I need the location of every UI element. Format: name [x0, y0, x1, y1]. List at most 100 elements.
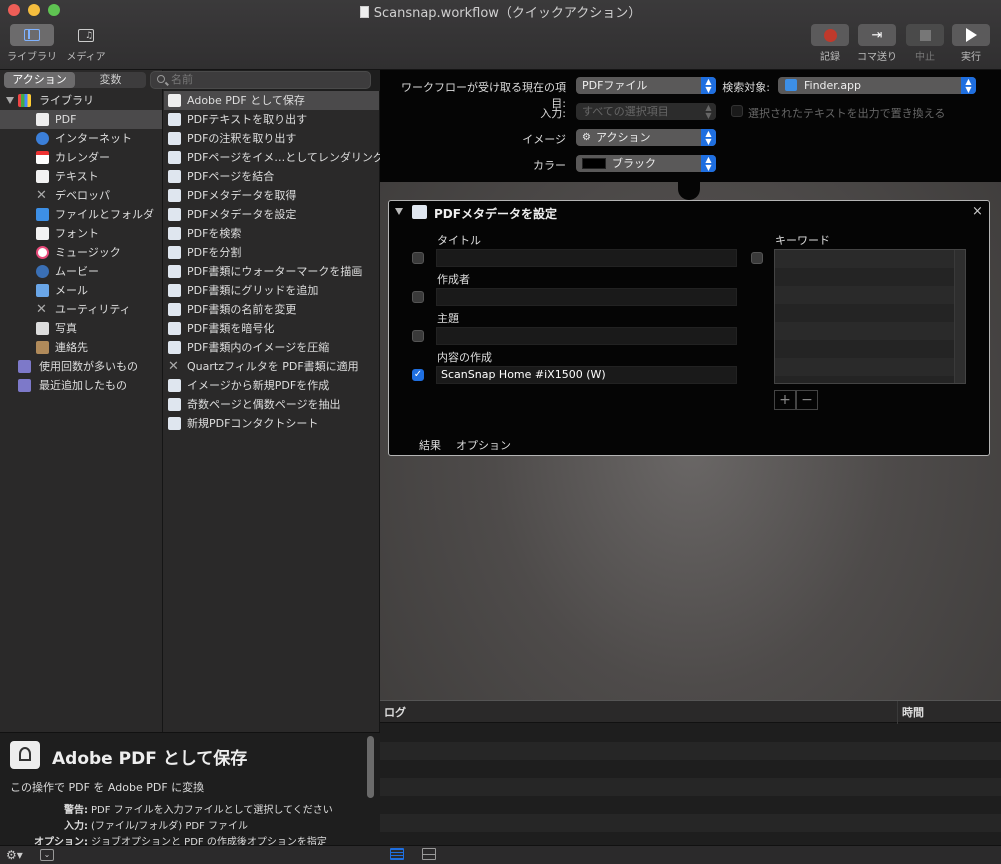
keywords-scrollbar[interactable]	[954, 250, 965, 383]
action-item[interactable]: PDF書類にウォーターマークを描画	[164, 262, 379, 281]
action-label: PDFメタデータを取得	[187, 189, 297, 202]
step-label: コマ送り	[857, 52, 897, 63]
action-item[interactable]: PDF書類内のイメージを圧縮	[164, 338, 379, 357]
list-view-icon[interactable]	[390, 848, 404, 860]
close-icon[interactable]: ×	[972, 204, 983, 219]
action-item[interactable]: 奇数ページと偶数ページを抽出	[164, 395, 379, 414]
sidebar-item-photos[interactable]: 写真	[0, 319, 162, 338]
subject-field[interactable]	[436, 327, 737, 345]
action-item[interactable]: PDFテキストを取り出す	[164, 110, 379, 129]
action-item[interactable]: PDFメタデータを設定	[164, 205, 379, 224]
disclosure-triangle-icon[interactable]	[395, 208, 403, 215]
stop-icon	[919, 29, 931, 41]
run-button[interactable]	[952, 24, 990, 46]
action-label: Quartzフィルタを PDF書類に適用	[187, 360, 359, 373]
subject-checkbox[interactable]	[412, 330, 424, 342]
search-input[interactable]: 名前	[150, 71, 371, 89]
chevron-down-icon[interactable]: ⌄	[40, 849, 54, 861]
subject-field-label: 主題	[437, 312, 459, 325]
library-icon	[18, 94, 31, 107]
text-document-icon	[36, 170, 49, 183]
time-column-header[interactable]: 時間	[902, 704, 924, 720]
remove-keyword-button[interactable]: −	[796, 390, 818, 410]
popup-arrows-icon: ▲ ▼	[961, 77, 976, 94]
popup-arrows-icon: ▲ ▼	[701, 77, 716, 94]
play-icon	[965, 28, 977, 42]
sidebar-item-label: テキスト	[55, 170, 99, 183]
input-value: すべての選択項目	[582, 105, 669, 118]
tab-options[interactable]: オプション	[456, 437, 511, 453]
keywords-list[interactable]	[774, 249, 966, 384]
tab-actions[interactable]: アクション	[4, 72, 75, 88]
title-checkbox[interactable]	[412, 252, 424, 264]
media-icon: ♫	[78, 28, 94, 42]
smart-folder-label: 使用回数が多いもの	[39, 360, 138, 373]
pdf-action-icon	[168, 398, 181, 411]
sidebar-item-music[interactable]: ミュージック	[0, 243, 162, 262]
action-item[interactable]: 新規PDFコンタクトシート	[164, 414, 379, 433]
utilities-icon: ✕	[36, 302, 47, 317]
action-item[interactable]: PDFの注釈を取り出す	[164, 129, 379, 148]
smart-folder-most-used[interactable]: 使用回数が多いもの	[0, 357, 162, 376]
action-item[interactable]: PDF書類の名前を変更	[164, 300, 379, 319]
stop-button[interactable]	[906, 24, 944, 46]
sidebar-item-fonts[interactable]: フォント	[0, 224, 162, 243]
action-item[interactable]: PDFを検索	[164, 224, 379, 243]
search-target-popup[interactable]: Finder.app ▲ ▼	[778, 77, 976, 94]
sidebar-item-developer[interactable]: ✕ デベロッパ	[0, 186, 162, 205]
smart-folder-recently-added[interactable]: 最近追加したもの	[0, 376, 162, 395]
action-item[interactable]: PDFページをイメ…としてレンダリング	[164, 148, 384, 167]
pdf-action-icon	[168, 208, 181, 221]
library-root[interactable]: ライブラリ	[0, 91, 162, 110]
sidebar-item-label: デベロッパ	[55, 189, 110, 202]
gear-icon[interactable]: ⚙▾	[6, 848, 23, 862]
action-item[interactable]: PDF書類を暗号化	[164, 319, 379, 338]
media-button[interactable]: ♫	[64, 24, 108, 46]
log-table	[380, 700, 1001, 846]
mail-icon	[36, 284, 49, 297]
action-item[interactable]: ✕ Quartzフィルタを PDF書類に適用	[164, 357, 379, 376]
library-toggle-button[interactable]	[10, 24, 54, 46]
tools-icon: ✕	[168, 359, 179, 374]
search-target-value: Finder.app	[804, 79, 862, 92]
sidebar-item-label: ユーティリティ	[55, 303, 131, 316]
sidebar-item-files-folders[interactable]: ファイルとフォルダ	[0, 205, 162, 224]
keywords-checkbox[interactable]	[751, 252, 763, 264]
step-button[interactable]: ⇥	[858, 24, 896, 46]
description-scrollbar[interactable]	[367, 736, 374, 798]
action-item[interactable]: PDFを分割	[164, 243, 379, 262]
action-item[interactable]: Adobe PDF として保存	[164, 91, 379, 110]
record-button[interactable]	[811, 24, 849, 46]
sidebar-item-utilities[interactable]: ✕ ユーティリティ	[0, 300, 162, 319]
sidebar-item-text[interactable]: テキスト	[0, 167, 162, 186]
sidebar-item-movies[interactable]: ムービー	[0, 262, 162, 281]
sidebar-item-internet[interactable]: インターネット	[0, 129, 162, 148]
tab-variables[interactable]: 変数	[75, 72, 146, 88]
sidebar-item-contacts[interactable]: 連絡先	[0, 338, 162, 357]
title-field[interactable]	[436, 249, 737, 267]
action-item[interactable]: イメージから新規PDFを作成	[164, 376, 379, 395]
action-item[interactable]: PDF書類にグリッドを追加	[164, 281, 379, 300]
sidebar-item-mail[interactable]: メール	[0, 281, 162, 300]
author-field[interactable]	[436, 288, 737, 306]
log-column-header[interactable]: ログ	[384, 704, 406, 720]
color-swatch	[582, 158, 606, 169]
image-popup[interactable]: ⚙ アクション ▲ ▼	[576, 129, 716, 146]
sidebar-item-pdf[interactable]: PDF	[0, 110, 162, 129]
action-item[interactable]: PDFメタデータを取得	[164, 186, 379, 205]
keywords-label: キーワード	[775, 234, 830, 247]
split-view-icon[interactable]	[422, 848, 436, 860]
creator-checkbox[interactable]: ✓	[412, 369, 424, 381]
input-key: 入力:	[64, 821, 88, 832]
color-popup[interactable]: ブラック ▲ ▼	[576, 155, 716, 172]
tab-results[interactable]: 結果	[419, 437, 441, 453]
action-item[interactable]: PDFページを結合	[164, 167, 379, 186]
sidebar-item-calendar[interactable]: カレンダー	[0, 148, 162, 167]
replace-text-checkbox[interactable]	[731, 105, 743, 117]
author-checkbox[interactable]	[412, 291, 424, 303]
add-keyword-button[interactable]: +	[774, 390, 796, 410]
creator-field[interactable]: ScanSnap Home #iX1500 (W)	[436, 366, 737, 384]
receives-popup[interactable]: PDFファイル ▲ ▼	[576, 77, 716, 94]
input-popup[interactable]: すべての選択項目 ▲ ▼	[576, 103, 716, 120]
gear-icon: ⚙	[582, 132, 591, 143]
